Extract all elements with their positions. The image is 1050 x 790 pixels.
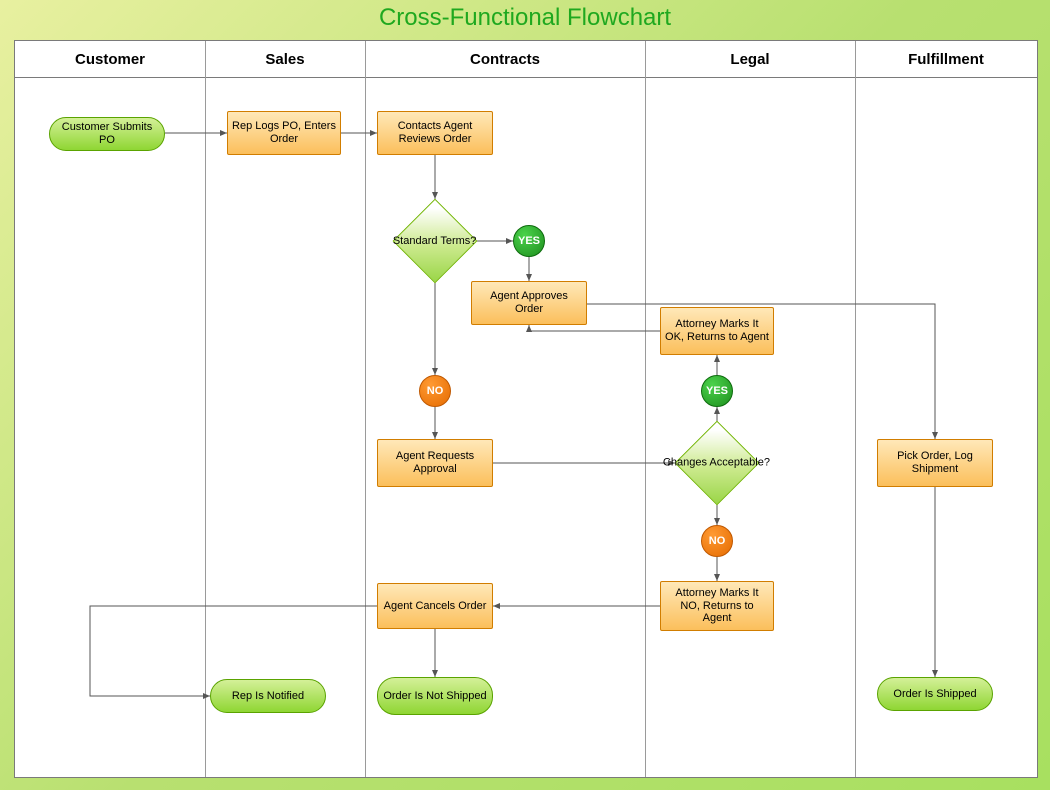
lane-separator xyxy=(365,41,366,777)
lane-header-legal: Legal xyxy=(645,41,856,78)
lane-header-contracts: Contracts xyxy=(365,41,646,78)
terminator-not-shipped: Order Is Not Shipped xyxy=(377,677,493,715)
page: Cross-Functional Flowchart Customer Sale… xyxy=(0,0,1050,790)
process-pick-order: Pick Order, Log Shipment xyxy=(877,439,993,487)
connector-no-1: NO xyxy=(419,375,451,407)
diagram-title: Cross-Functional Flowchart xyxy=(0,4,1050,32)
process-agent-approves: Agent Approves Order xyxy=(471,281,587,325)
connector-no-2: NO xyxy=(701,525,733,557)
process-attorney-ok: Attorney Marks It OK, Returns to Agent xyxy=(660,307,774,355)
connector-yes-2: YES xyxy=(701,375,733,407)
decision-standard-terms: Standard Terms? xyxy=(393,199,478,284)
decision-changes-acceptable: Changes Acceptable? xyxy=(675,421,760,506)
lane-separator xyxy=(205,41,206,777)
lane-header-fulfillment: Fulfillment xyxy=(855,41,1037,78)
lane-header-sales: Sales xyxy=(205,41,366,78)
terminator-rep-notified: Rep Is Notified xyxy=(210,679,326,713)
terminator-start: Customer Submits PO xyxy=(49,117,165,151)
connector-yes-1: YES xyxy=(513,225,545,257)
connector-layer xyxy=(15,41,1037,777)
process-agent-cancels: Agent Cancels Order xyxy=(377,583,493,629)
lane-separator xyxy=(855,41,856,777)
swimlane-board: Customer Sales Contracts Legal Fulfillme… xyxy=(14,40,1038,778)
terminator-shipped: Order Is Shipped xyxy=(877,677,993,711)
process-agent-reviews: Contacts Agent Reviews Order xyxy=(377,111,493,155)
lane-header-customer: Customer xyxy=(15,41,206,78)
process-rep-logs: Rep Logs PO, Enters Order xyxy=(227,111,341,155)
lane-separator xyxy=(645,41,646,777)
process-attorney-no: Attorney Marks It NO, Returns to Agent xyxy=(660,581,774,631)
process-agent-requests: Agent Requests Approval xyxy=(377,439,493,487)
